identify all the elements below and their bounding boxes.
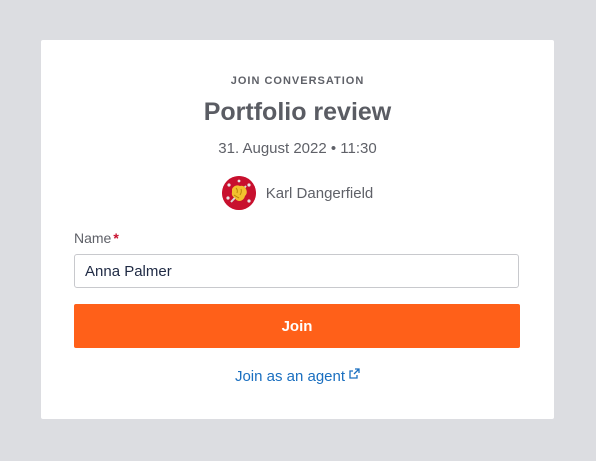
name-input[interactable]	[74, 254, 519, 288]
eyebrow-label: JOIN CONVERSATION	[230, 75, 365, 87]
avatar	[221, 176, 256, 210]
required-marker: *	[113, 230, 119, 246]
conversation-title: Portfolio review	[203, 98, 392, 126]
join-button[interactable]: Join	[74, 304, 520, 348]
name-field-label: Name *	[74, 230, 119, 246]
join-as-agent-label: Join as an agent	[234, 368, 346, 385]
conversation-datetime: 31. August 2022 • 11:30	[218, 140, 377, 157]
lion-coat-of-arms-icon	[221, 176, 256, 210]
join-as-agent-link[interactable]: Join as an agent	[41, 366, 554, 385]
external-link-icon	[349, 366, 360, 383]
join-card: JOIN CONVERSATION Portfolio review 31. A…	[41, 40, 554, 419]
host-info: Karl Dangerfield	[41, 176, 554, 210]
host-name: Karl Dangerfield	[265, 184, 374, 202]
name-label-text: Name	[74, 230, 112, 246]
